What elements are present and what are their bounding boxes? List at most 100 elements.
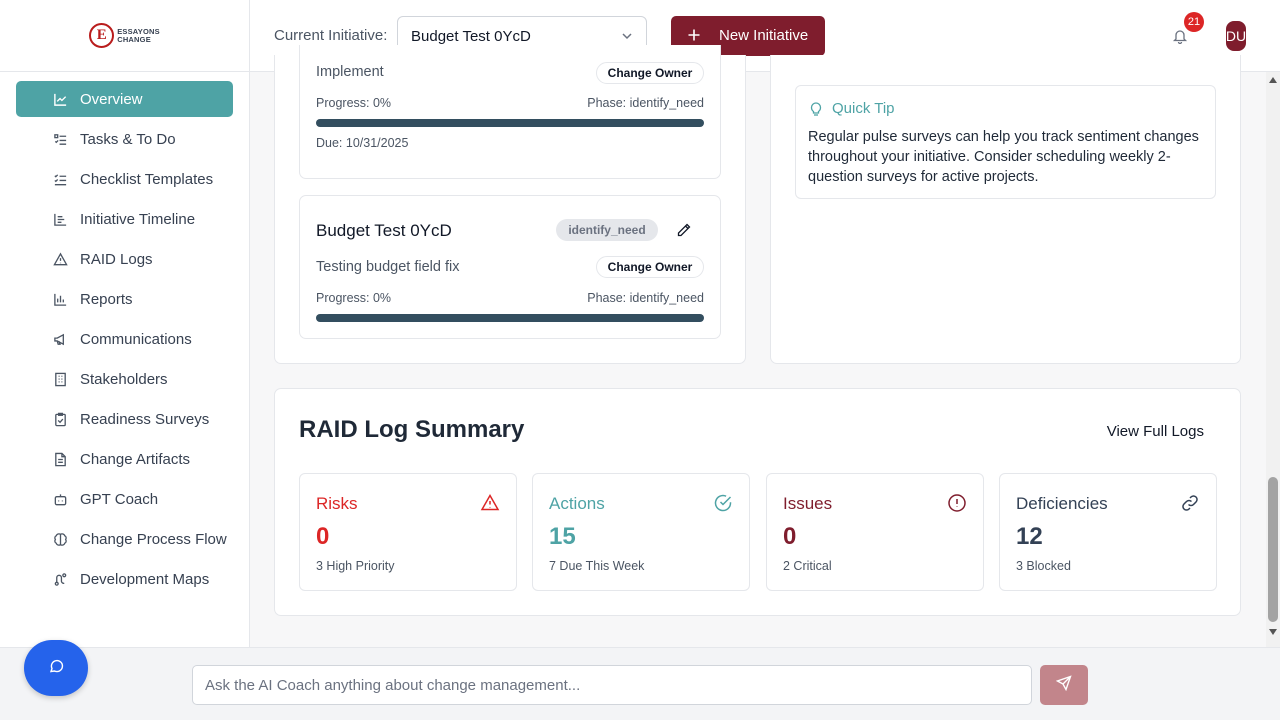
sidebar-item-change-artifacts[interactable]: Change Artifacts bbox=[16, 441, 233, 477]
sidebar-item-raid-logs[interactable]: RAID Logs bbox=[16, 241, 233, 277]
send-button[interactable] bbox=[1040, 665, 1088, 705]
new-initiative-label: New Initiative bbox=[719, 27, 809, 44]
sidebar-item-label: Reports bbox=[80, 290, 133, 308]
sidebar-item-change-process-flow[interactable]: Change Process Flow bbox=[16, 521, 233, 557]
pencil-icon[interactable] bbox=[676, 222, 692, 238]
progress-bar bbox=[316, 119, 704, 127]
bell-icon[interactable] bbox=[1172, 28, 1188, 45]
phase-text: Phase: identify_need bbox=[587, 96, 704, 110]
phase-text: Phase: identify_need bbox=[587, 291, 704, 305]
lightbulb-icon bbox=[809, 101, 823, 117]
sidebar-item-overview[interactable]: Overview bbox=[16, 81, 233, 117]
sidebar-item-initiative-timeline[interactable]: Initiative Timeline bbox=[16, 201, 233, 237]
alert-triangle-icon bbox=[480, 493, 500, 513]
progress-text: Progress: 0% bbox=[316, 96, 392, 110]
bot-icon bbox=[52, 491, 68, 507]
raid-stat-actions[interactable]: Actions 15 7 Due This Week bbox=[532, 473, 750, 591]
logo-mark: E bbox=[89, 23, 115, 48]
raid-title: RAID Log Summary bbox=[299, 416, 525, 443]
sidebar-item-development-maps[interactable]: Development Maps bbox=[16, 561, 233, 597]
sidebar-item-label: GPT Coach bbox=[80, 490, 159, 508]
stat-subtitle: 2 Critical bbox=[783, 559, 832, 573]
progress-bar bbox=[316, 314, 704, 322]
stat-subtitle: 3 Blocked bbox=[1016, 559, 1071, 573]
phase-badge: identify_need bbox=[556, 219, 658, 241]
sidebar-item-label: Overview bbox=[80, 90, 143, 108]
scroll-thumb[interactable] bbox=[1268, 477, 1278, 622]
logo-text-line2: CHANGE bbox=[117, 34, 151, 44]
sidebar-nav: Overview Tasks & To Do Checklist Templat… bbox=[0, 72, 249, 597]
bar-chart-icon bbox=[52, 291, 68, 307]
initiative-select-value: Budget Test 0YcD bbox=[411, 27, 531, 45]
send-icon bbox=[1055, 674, 1072, 696]
check-circle-icon bbox=[713, 493, 733, 513]
sidebar-item-label: RAID Logs bbox=[80, 250, 153, 268]
initiative-description: Implement bbox=[316, 64, 384, 80]
change-owner-button[interactable]: Change Owner bbox=[596, 62, 704, 84]
building-icon bbox=[52, 371, 68, 387]
stat-title: Deficiencies bbox=[1016, 494, 1108, 513]
raid-stat-issues[interactable]: Issues 0 2 Critical bbox=[766, 473, 984, 591]
ai-coach-bar bbox=[0, 647, 1280, 720]
warning-icon bbox=[52, 251, 68, 267]
megaphone-icon bbox=[52, 331, 68, 347]
stat-value: 0 bbox=[316, 523, 330, 550]
stat-value: 0 bbox=[783, 523, 797, 550]
initiative-card[interactable]: Budget Test 0YcD identify_need Testing b… bbox=[299, 195, 721, 339]
sidebar-item-checklist-templates[interactable]: Checklist Templates bbox=[16, 161, 233, 197]
quick-tip-title: Quick Tip bbox=[832, 100, 895, 117]
stat-title: Risks bbox=[316, 494, 358, 513]
sidebar-item-label: Initiative Timeline bbox=[80, 210, 196, 228]
page-scrollbar[interactable] bbox=[1266, 72, 1280, 647]
scroll-down-arrow[interactable] bbox=[1269, 629, 1277, 635]
initiative-description: Testing budget field fix bbox=[316, 259, 460, 275]
sidebar-item-reports[interactable]: Reports bbox=[16, 281, 233, 317]
raid-stat-deficiencies[interactable]: Deficiencies 12 3 Blocked bbox=[999, 473, 1217, 591]
scroll-up-arrow[interactable] bbox=[1269, 77, 1277, 83]
list-checks-icon bbox=[52, 171, 68, 187]
quick-tip-text: Regular pulse surveys can help you track… bbox=[808, 129, 1199, 185]
ai-coach-input[interactable] bbox=[192, 665, 1032, 705]
plus-icon bbox=[687, 28, 701, 42]
message-circle-icon bbox=[48, 658, 64, 679]
chat-fab-button[interactable] bbox=[24, 640, 88, 696]
link-icon bbox=[1180, 493, 1200, 513]
avatar[interactable]: DU bbox=[1226, 21, 1246, 51]
due-date: Due: 10/31/2025 bbox=[316, 136, 409, 150]
stat-subtitle: 3 High Priority bbox=[316, 559, 395, 573]
sidebar-item-gpt-coach[interactable]: GPT Coach bbox=[16, 481, 233, 517]
stat-value: 15 bbox=[549, 523, 576, 550]
stat-title: Actions bbox=[549, 494, 605, 513]
sidebar-item-label: Stakeholders bbox=[80, 370, 168, 388]
change-owner-button[interactable]: Change Owner bbox=[596, 256, 704, 278]
stat-title: Issues bbox=[783, 494, 833, 513]
file-text-icon bbox=[52, 451, 68, 467]
sidebar-item-communications[interactable]: Communications bbox=[16, 321, 233, 357]
chart-line-icon bbox=[52, 91, 68, 107]
sidebar-item-label: Change Process Flow bbox=[80, 530, 227, 548]
initiative-card[interactable]: Implement Change Owner Progress: 0% Phas… bbox=[299, 45, 721, 179]
sidebar-item-label: Readiness Surveys bbox=[80, 410, 210, 428]
list-todo-icon bbox=[52, 131, 68, 147]
raid-stat-risks[interactable]: Risks 0 3 High Priority bbox=[299, 473, 517, 591]
sidebar-item-stakeholders[interactable]: Stakeholders bbox=[16, 361, 233, 397]
sidebar-item-label: Change Artifacts bbox=[80, 450, 191, 468]
route-icon bbox=[52, 571, 68, 587]
stat-subtitle: 7 Due This Week bbox=[549, 559, 645, 573]
stat-value: 12 bbox=[1016, 523, 1043, 550]
progress-text: Progress: 0% bbox=[316, 291, 392, 305]
chevron-down-icon bbox=[620, 29, 634, 43]
alert-circle-icon bbox=[947, 493, 967, 513]
clipboard-check-icon bbox=[52, 411, 68, 427]
logo[interactable]: E ESSAYONS CHANGE bbox=[0, 0, 249, 72]
sidebar-item-tasks[interactable]: Tasks & To Do bbox=[16, 121, 233, 157]
view-full-logs-button[interactable]: View Full Logs bbox=[1107, 423, 1204, 440]
sidebar-item-readiness-surveys[interactable]: Readiness Surveys bbox=[16, 401, 233, 437]
timeline-icon bbox=[52, 211, 68, 227]
initiative-title: Budget Test 0YcD bbox=[316, 221, 452, 240]
initiatives-card: Implement Change Owner Progress: 0% Phas… bbox=[274, 45, 746, 364]
current-initiative-label: Current Initiative: bbox=[274, 27, 388, 44]
sidebar-item-label: Tasks & To Do bbox=[80, 130, 176, 148]
sidebar-item-label: Development Maps bbox=[80, 570, 210, 588]
quick-tip: Quick Tip Regular pulse surveys can help… bbox=[795, 85, 1216, 199]
